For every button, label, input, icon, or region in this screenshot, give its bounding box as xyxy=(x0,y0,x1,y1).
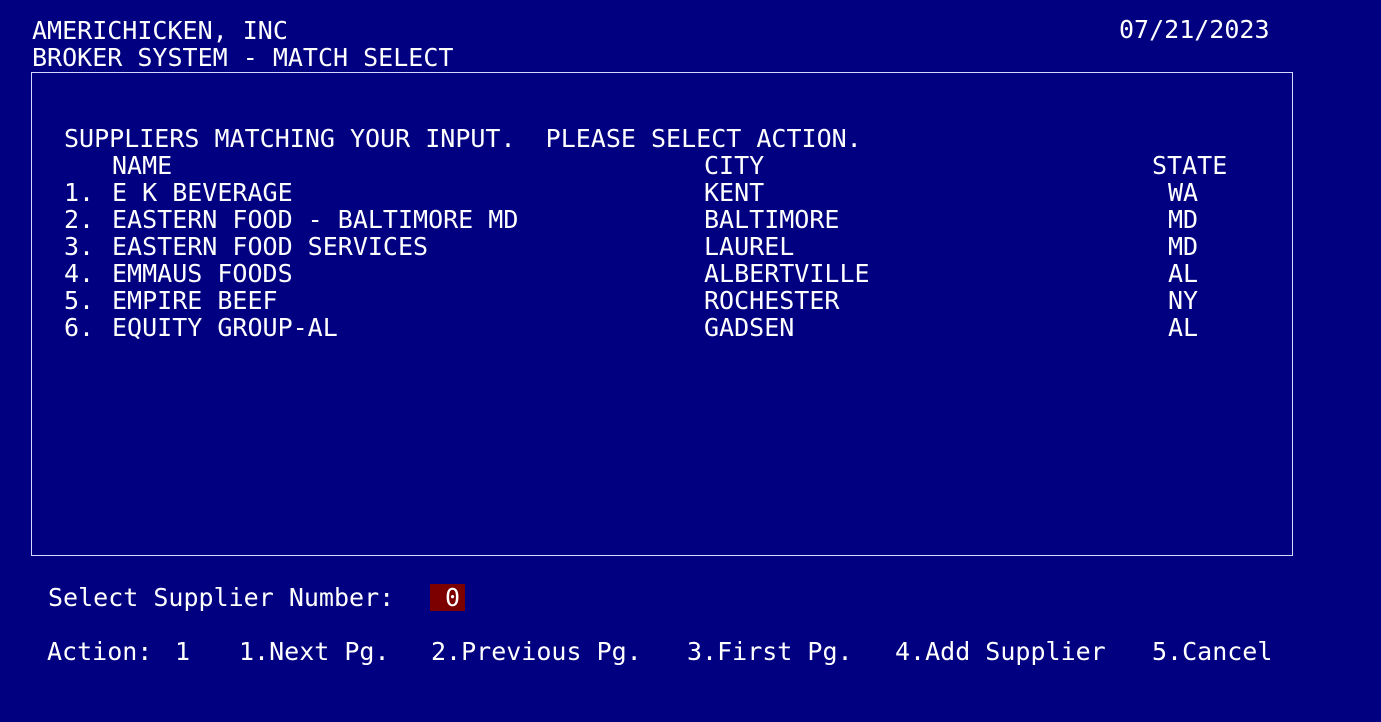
supplier-row[interactable]: 6. EQUITY GROUP-AL GADSEN AL xyxy=(32,314,1292,341)
action-first-page[interactable]: 3.First Pg. xyxy=(687,638,853,665)
panel-message: SUPPLIERS MATCHING YOUR INPUT. PLEASE SE… xyxy=(64,124,862,153)
supplier-row-state: MD xyxy=(1168,205,1199,234)
supplier-row[interactable]: 3. EASTERN FOOD SERVICES LAUREL MD xyxy=(32,233,1292,260)
action-previous-page[interactable]: 2.Previous Pg. xyxy=(431,638,642,665)
supplier-row-state: MD xyxy=(1168,232,1199,261)
supplier-row[interactable]: 5. EMPIRE BEEF ROCHESTER NY xyxy=(32,287,1292,314)
supplier-row[interactable]: 4. EMMAUS FOODS ALBERTVILLE AL xyxy=(32,260,1292,287)
supplier-row-number: 2. xyxy=(64,205,95,234)
supplier-row-city: GADSEN xyxy=(704,313,795,342)
column-header-row: NAME CITY STATE xyxy=(32,152,1292,179)
supplier-row-state: AL xyxy=(1168,313,1199,342)
column-header-city: CITY xyxy=(704,151,765,180)
action-add-supplier[interactable]: 4.Add Supplier xyxy=(895,638,1106,665)
supplier-row-name: E K BEVERAGE xyxy=(112,178,293,207)
supplier-row-city: BALTIMORE xyxy=(704,205,840,234)
supplier-row-number: 5. xyxy=(64,286,95,315)
supplier-row-city: LAUREL xyxy=(704,232,795,261)
supplier-row-number: 6. xyxy=(64,313,95,342)
supplier-row-name: EMPIRE BEEF xyxy=(112,286,278,315)
supplier-row-city: KENT xyxy=(704,178,765,207)
action-cancel[interactable]: 5.Cancel xyxy=(1152,638,1272,665)
company-name: AMERICHICKEN, INC xyxy=(32,16,288,45)
supplier-row[interactable]: 2. EASTERN FOOD - BALTIMORE MD BALTIMORE… xyxy=(32,206,1292,233)
supplier-row-state: NY xyxy=(1168,286,1199,315)
supplier-number-input[interactable] xyxy=(430,584,465,611)
supplier-row-name: EASTERN FOOD - BALTIMORE MD xyxy=(112,205,519,234)
supplier-row-city: ALBERTVILLE xyxy=(704,259,870,288)
supplier-row[interactable]: 1. E K BEVERAGE KENT WA xyxy=(32,179,1292,206)
supplier-row-name: EQUITY GROUP-AL xyxy=(112,313,338,342)
column-header-state: STATE xyxy=(1152,151,1228,180)
supplier-row-number: 1. xyxy=(64,178,95,207)
system-title: BROKER SYSTEM - MATCH SELECT xyxy=(32,43,454,72)
column-header-name: NAME xyxy=(112,151,173,180)
supplier-row-state: AL xyxy=(1168,259,1199,288)
current-date: 07/21/2023 xyxy=(1119,15,1270,44)
supplier-row-number: 4. xyxy=(64,259,95,288)
action-label: Action: xyxy=(47,637,153,666)
action-next-page[interactable]: 1.Next Pg. xyxy=(239,638,390,665)
supplier-row-city: ROCHESTER xyxy=(704,286,840,315)
select-supplier-label: Select Supplier Number: xyxy=(48,583,395,612)
supplier-row-state: WA xyxy=(1168,178,1199,207)
action-input[interactable]: 1 xyxy=(175,638,190,665)
supplier-row-number: 3. xyxy=(64,232,95,261)
supplier-match-panel: SUPPLIERS MATCHING YOUR INPUT. PLEASE SE… xyxy=(31,72,1293,556)
supplier-row-name: EMMAUS FOODS xyxy=(112,259,293,288)
supplier-row-name: EASTERN FOOD SERVICES xyxy=(112,232,429,261)
